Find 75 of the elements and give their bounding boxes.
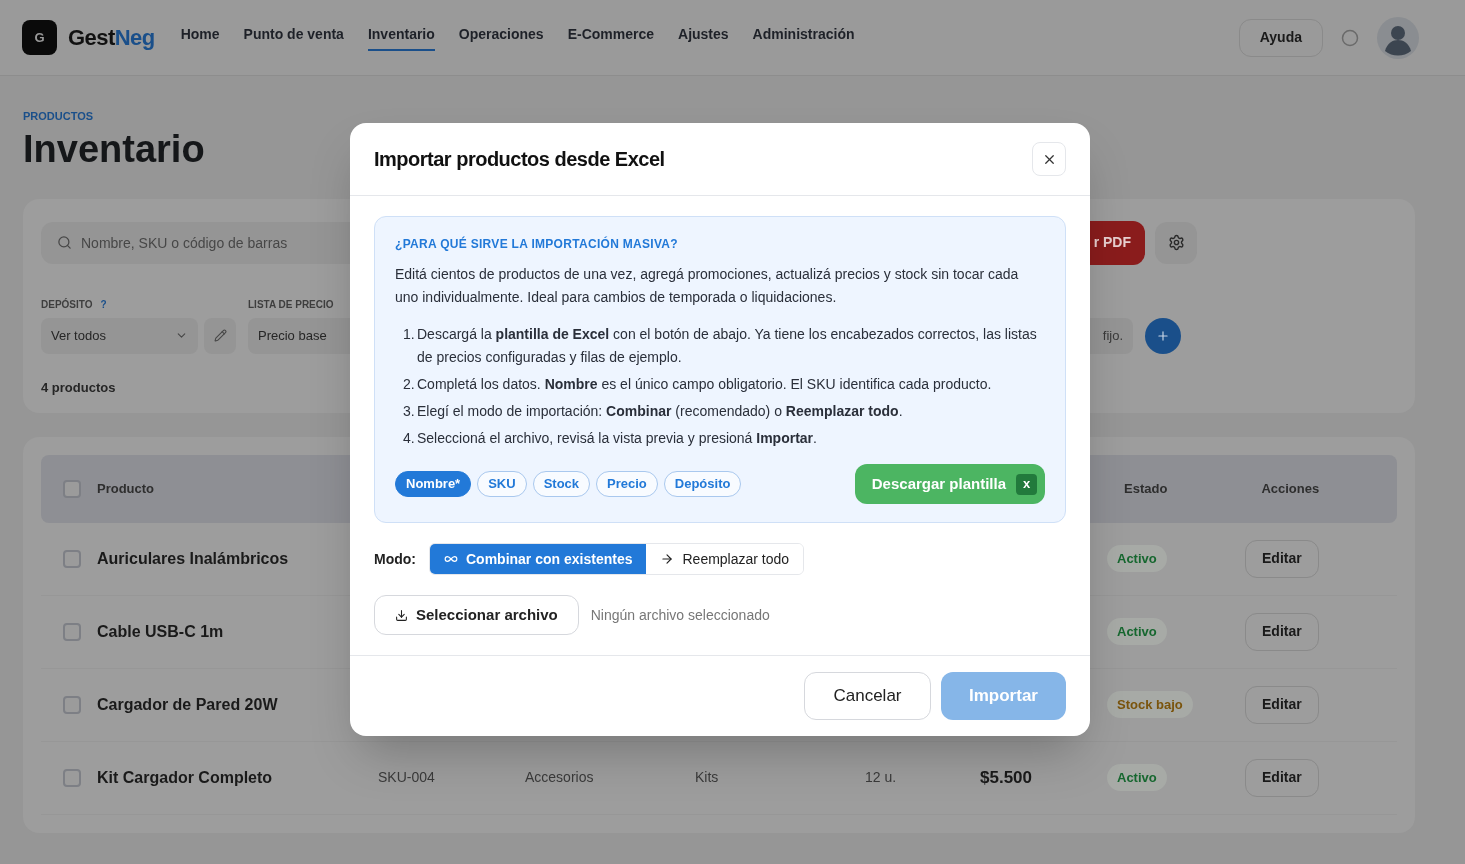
avatar-icon[interactable]: [1377, 16, 1419, 59]
status-tag: Activo: [1107, 763, 1167, 792]
page-title: Inventario: [23, 126, 205, 172]
plus-icon: [1156, 328, 1170, 343]
step-number: 1.: [403, 325, 416, 344]
circle-icon[interactable]: [1341, 28, 1359, 47]
field-tag: Precio: [596, 471, 658, 497]
product-name: Kit Cargador Completo: [97, 767, 274, 788]
nav-tab[interactable]: Punto de venta: [243, 24, 344, 51]
step-number: 3.: [403, 402, 416, 421]
table-cell: Accesorios: [525, 769, 594, 785]
product-name: Cargador de Pared 20W: [97, 694, 279, 715]
step-text: Seleccioná el archivo, revisá la vista previa y presioná Importar.: [417, 429, 817, 448]
search-icon: [57, 234, 72, 250]
field-label: DEPÓSITO: [41, 297, 93, 312]
settings-button[interactable]: [1155, 221, 1197, 264]
table-cell: 12 u.: [865, 769, 897, 785]
mode-label: Modo:: [374, 549, 416, 569]
table-cell: SKU-004: [378, 769, 435, 785]
download-icon: [395, 608, 408, 622]
file-status: Ningún archivo seleccionado: [590, 605, 770, 625]
close-button[interactable]: [1032, 142, 1066, 176]
nav-tab[interactable]: Inventario: [367, 24, 435, 51]
step-number: 2.: [403, 375, 416, 394]
add-button[interactable]: [1145, 317, 1181, 354]
nav-tab[interactable]: Operaciones: [458, 24, 544, 51]
select-file-button[interactable]: Seleccionar archivo: [374, 595, 579, 635]
column-header: Estado: [1124, 479, 1168, 498]
column-header: Acciones: [1261, 479, 1320, 498]
status-tag: Activo: [1107, 544, 1167, 573]
edit-button[interactable]: Editar: [1245, 539, 1319, 578]
cancel-button[interactable]: Cancelar: [804, 672, 931, 720]
edit-button[interactable]: [204, 317, 236, 354]
mode-option[interactable]: Combinar con existentes: [430, 544, 647, 574]
edit-button[interactable]: Editar: [1245, 685, 1319, 724]
edit-button[interactable]: Editar: [1245, 758, 1319, 797]
info-text: Editá cientos de productos de una vez, agregá promociones, actualizá precios y stock sin tocar cada uno individualmente. Ideal para cambios de temporada o liquidaciones.: [395, 265, 1020, 307]
checkbox[interactable]: [63, 549, 81, 568]
nav-tab[interactable]: Ajustes: [678, 24, 729, 51]
checkbox[interactable]: [63, 768, 81, 787]
edit-button[interactable]: Editar: [1245, 612, 1319, 651]
step-text: Completá los datos. Nombre es el único campo obligatorio. El SKU identifica cada producto.: [417, 375, 992, 394]
arrow-right-icon: [660, 552, 675, 566]
field-tag: Nombre*: [395, 471, 472, 497]
field-tag: Depósito: [663, 471, 742, 497]
product-name: Auriculares Inalámbricos: [97, 548, 290, 569]
status-tag: Activo: [1107, 617, 1167, 646]
help-button[interactable]: Ayuda: [1238, 18, 1323, 57]
download-template-button[interactable]: Descargar plantilla x: [854, 464, 1045, 504]
field-tag: SKU: [477, 471, 527, 497]
column-header: Producto: [97, 479, 155, 498]
field-tag: Stock: [532, 471, 591, 497]
settings-icon: [1167, 234, 1185, 251]
logo-letter: G: [34, 28, 45, 47]
checkbox[interactable]: [63, 479, 81, 498]
nav-tab[interactable]: Administración: [752, 24, 855, 51]
brand-name[interactable]: GestNeg: [68, 21, 155, 54]
excel-badge: x: [1016, 473, 1037, 495]
product-name: Cable USB-C 1m: [97, 621, 225, 642]
nav-tab[interactable]: E-Commerce: [567, 24, 654, 51]
section-eyebrow: PRODUCTOS: [23, 109, 94, 124]
status-tag: Stock bajo: [1107, 690, 1193, 719]
step-number: 4.: [403, 429, 416, 448]
pencil-icon: [213, 329, 227, 342]
price-cell: $5.500: [980, 767, 1032, 787]
help-mark[interactable]: ?: [100, 296, 107, 312]
dialog-title: Importar productos desde Excel: [374, 147, 665, 172]
step-text: Elegí el modo de importación: Combinar (recomendado) o Reemplazar todo.: [417, 402, 903, 421]
field-label: LISTA DE PRECIO: [248, 297, 334, 312]
checkbox[interactable]: [63, 695, 81, 714]
checkbox[interactable]: [63, 622, 81, 641]
product-count: 4 productos: [41, 378, 116, 397]
nav-tab[interactable]: Home: [180, 24, 220, 51]
table-cell: Kits: [695, 769, 719, 785]
deposit-select[interactable]: Ver todos: [41, 317, 198, 354]
